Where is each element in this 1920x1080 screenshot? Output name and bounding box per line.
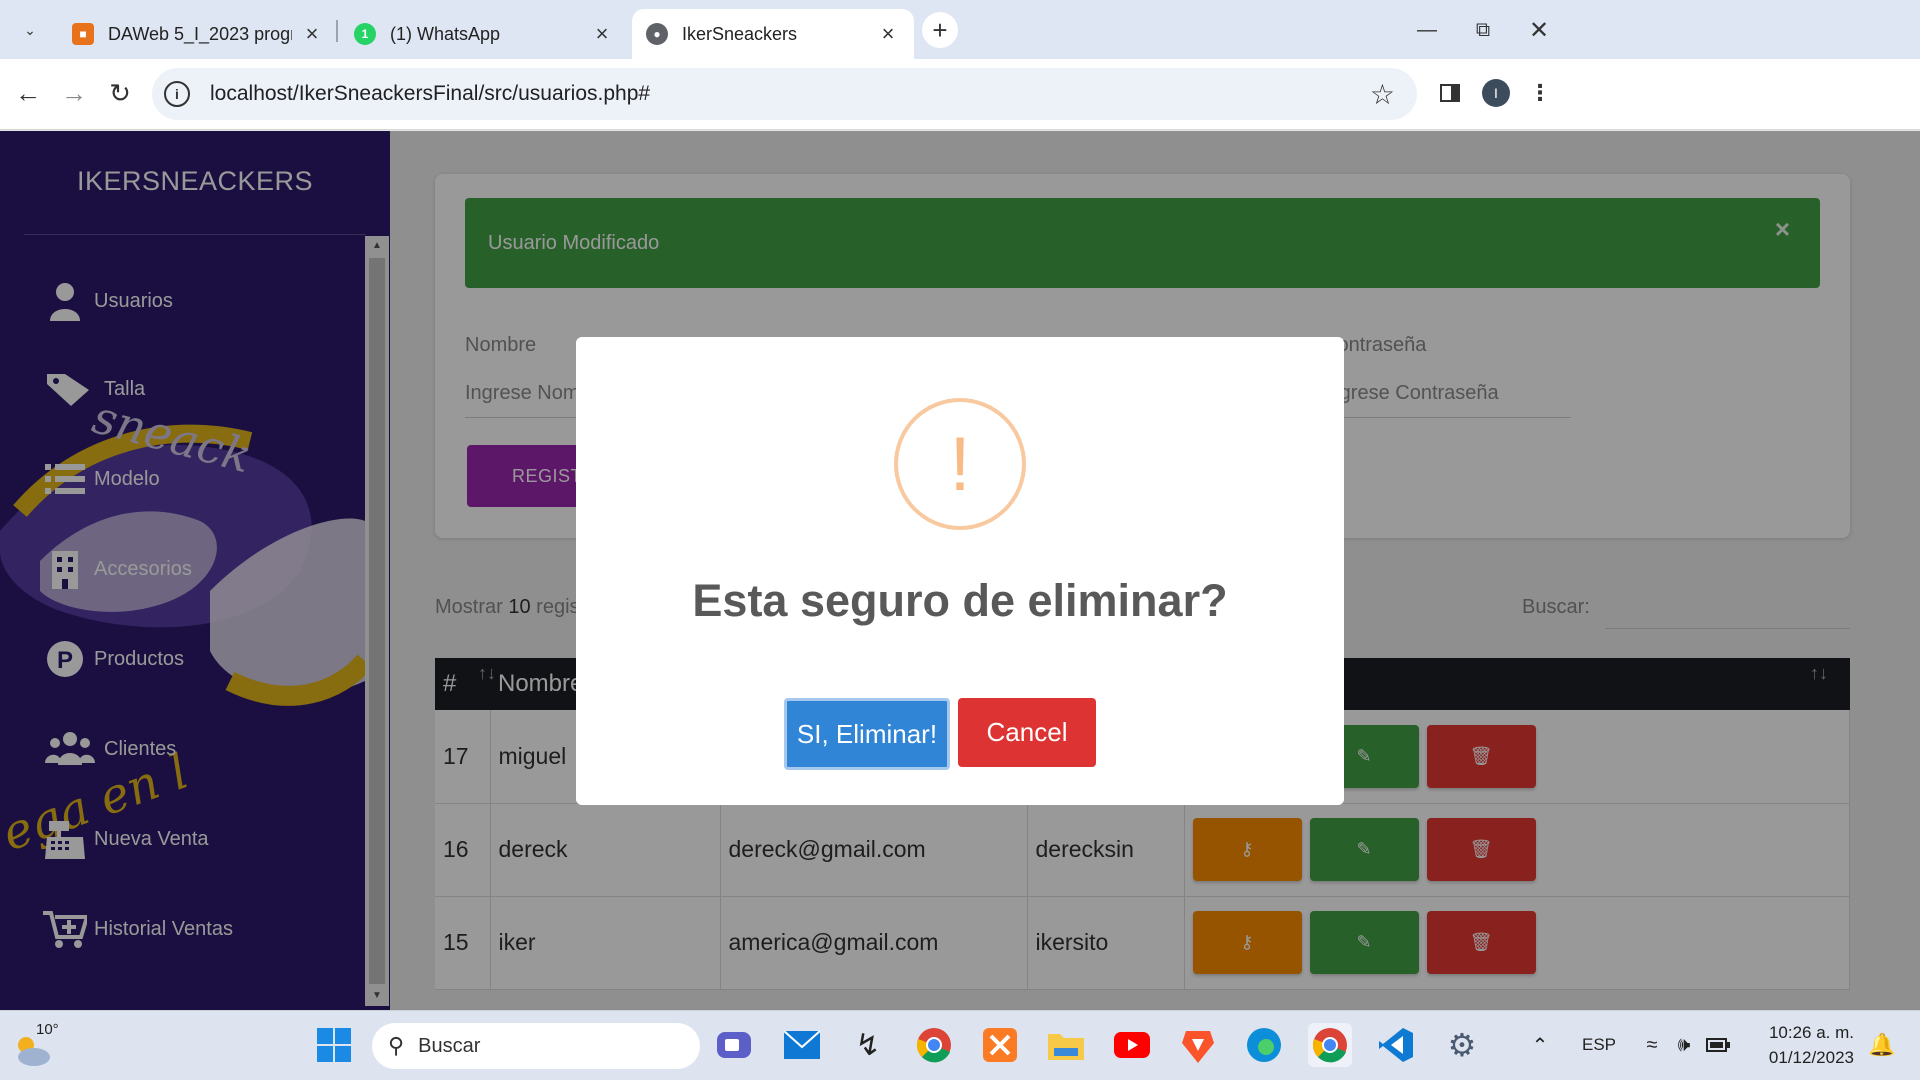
restore-icon: ⧉ — [1475, 18, 1491, 41]
search-icon: ⚲ — [388, 1033, 405, 1058]
minimize-button[interactable]: — — [1402, 10, 1452, 50]
clock-date: 01/12/2023 — [1768, 1048, 1854, 1067]
dialog-title: Esta seguro de eliminar? — [692, 575, 1228, 626]
tab-separator — [336, 20, 338, 42]
mail-icon — [784, 1031, 820, 1059]
close-icon: ✕ — [1528, 16, 1550, 44]
youtube-icon — [1114, 1032, 1150, 1058]
show-hidden-icons-button[interactable]: ⌃ — [1518, 1023, 1562, 1067]
language-indicator[interactable]: ESP — [1582, 1035, 1616, 1055]
arrow-right-icon: → — [61, 77, 87, 108]
close-window-button[interactable]: ✕ — [1514, 10, 1564, 50]
folder-icon — [1048, 1034, 1084, 1060]
battery-button[interactable] — [1696, 1023, 1740, 1067]
taskbar-search-placeholder: Buscar — [418, 1034, 481, 1057]
close-icon[interactable]: × — [300, 21, 324, 47]
lightning-icon: ↯ — [855, 1028, 881, 1062]
tab-daweb[interactable]: ■ DAWeb 5_I_2023 programacio × — [58, 9, 338, 59]
start-button[interactable] — [312, 1023, 356, 1067]
confirm-delete-button[interactable]: SI, Eliminar! — [784, 698, 950, 770]
chrome-icon — [916, 1028, 951, 1063]
browser-toolbar: ← → ↻ i localhost/IkerSneackersFinal/src… — [0, 59, 1920, 130]
side-panel-icon — [1440, 84, 1460, 102]
more-vertical-icon: ⋮ — [1529, 80, 1551, 105]
globe-icon: ● — [646, 23, 668, 45]
taskbar-app-youtube[interactable] — [1110, 1023, 1154, 1067]
weather-temp: 10° — [36, 1021, 59, 1038]
taskbar-app-edge[interactable] — [1242, 1023, 1286, 1067]
warning-symbol: ! — [949, 421, 971, 507]
tab-ikersneackers[interactable]: ● IkerSneackers × — [632, 9, 914, 59]
whatsapp-icon: 1 — [354, 23, 376, 45]
restore-button[interactable]: ⧉ — [1458, 10, 1508, 50]
windows-icon — [317, 1028, 351, 1062]
xampp-icon — [983, 1028, 1017, 1062]
taskbar-app-settings[interactable]: ⚙ — [1440, 1023, 1484, 1067]
chevron-down-icon: ⌄ — [24, 21, 36, 38]
clock[interactable]: 10:26 a. m. 01/12/2023 — [1760, 1020, 1854, 1070]
wifi-icon: ≈ — [1646, 1033, 1658, 1056]
vscode-icon — [1379, 1028, 1413, 1062]
brave-icon — [1182, 1031, 1214, 1063]
taskbar-app-chrome-profile[interactable] — [1308, 1023, 1352, 1067]
site-info-icon[interactable]: i — [164, 81, 190, 107]
weather-widget[interactable]: 10° — [12, 1019, 62, 1073]
confirm-delete-dialog: ! Esta seguro de eliminar? SI, Eliminar!… — [576, 337, 1344, 805]
taskbar-app-chrome[interactable] — [912, 1023, 956, 1067]
browser-menu-button[interactable]: ⋮ — [1522, 75, 1558, 111]
bookmark-star-icon[interactable]: ☆ — [1370, 78, 1395, 111]
page-viewport: sneack ega en l IKERSNEACKERS Usuarios T… — [0, 131, 1920, 1010]
notifications-button[interactable]: 🔔 — [1860, 1023, 1904, 1067]
classroom-icon: ■ — [72, 23, 94, 45]
avatar: I — [1482, 79, 1510, 107]
side-panel-button[interactable] — [1432, 75, 1468, 111]
url-text[interactable]: localhost/IkerSneackersFinal/src/usuario… — [210, 82, 650, 106]
close-icon[interactable]: × — [876, 21, 900, 47]
profile-button[interactable]: I — [1478, 75, 1514, 111]
chrome-icon — [1312, 1028, 1347, 1063]
taskbar-app-explorer[interactable] — [1044, 1023, 1088, 1067]
battery-icon — [1706, 1038, 1730, 1052]
back-button[interactable]: ← — [8, 73, 48, 113]
taskbar-app-meet[interactable] — [712, 1023, 756, 1067]
tab-title: DAWeb 5_I_2023 programacio — [108, 23, 292, 44]
taskbar-app-brave[interactable] — [1176, 1023, 1220, 1067]
reload-icon: ↻ — [109, 77, 131, 108]
new-tab-button[interactable]: + — [922, 12, 958, 48]
minimize-icon: — — [1417, 18, 1437, 41]
video-chat-icon — [717, 1032, 751, 1058]
tab-title: IkerSneackers — [682, 23, 798, 44]
chevron-up-icon: ⌃ — [1531, 1034, 1549, 1057]
clock-time: 10:26 a. m. — [1768, 1023, 1854, 1042]
browser-tab-bar: ⌄ ■ DAWeb 5_I_2023 programacio × 1 (1) W… — [0, 0, 1920, 59]
taskbar: 10° ⚲ Buscar ↯ ⚙ ⌃ ESP ≈ 🕪 10:26 a. m. 0… — [0, 1010, 1920, 1080]
forward-button[interactable]: → — [54, 73, 94, 113]
volume-icon: 🕪 — [1677, 1033, 1691, 1056]
arrow-left-icon: ← — [15, 77, 41, 108]
tab-whatsapp[interactable]: 1 (1) WhatsApp × — [340, 9, 628, 59]
bell-icon: 🔔 — [1868, 1032, 1896, 1057]
edge-icon — [1247, 1028, 1281, 1062]
cancel-button[interactable]: Cancel — [958, 698, 1096, 767]
gear-icon: ⚙ — [1447, 1027, 1477, 1063]
taskbar-app-mail[interactable] — [780, 1023, 824, 1067]
close-icon[interactable]: × — [590, 21, 614, 47]
warning-icon: ! — [894, 398, 1026, 530]
address-bar[interactable]: i localhost/IkerSneackersFinal/src/usuar… — [152, 68, 1417, 120]
reload-button[interactable]: ↻ — [100, 73, 140, 113]
tab-title: (1) WhatsApp — [390, 23, 501, 44]
taskbar-app-sublime[interactable]: ↯ — [846, 1023, 890, 1067]
taskbar-app-xampp[interactable] — [978, 1023, 1022, 1067]
tab-search-button[interactable]: ⌄ — [10, 10, 50, 50]
plus-icon: + — [932, 14, 948, 45]
taskbar-app-vscode[interactable] — [1374, 1023, 1418, 1067]
taskbar-search[interactable]: ⚲ Buscar — [372, 1023, 700, 1069]
